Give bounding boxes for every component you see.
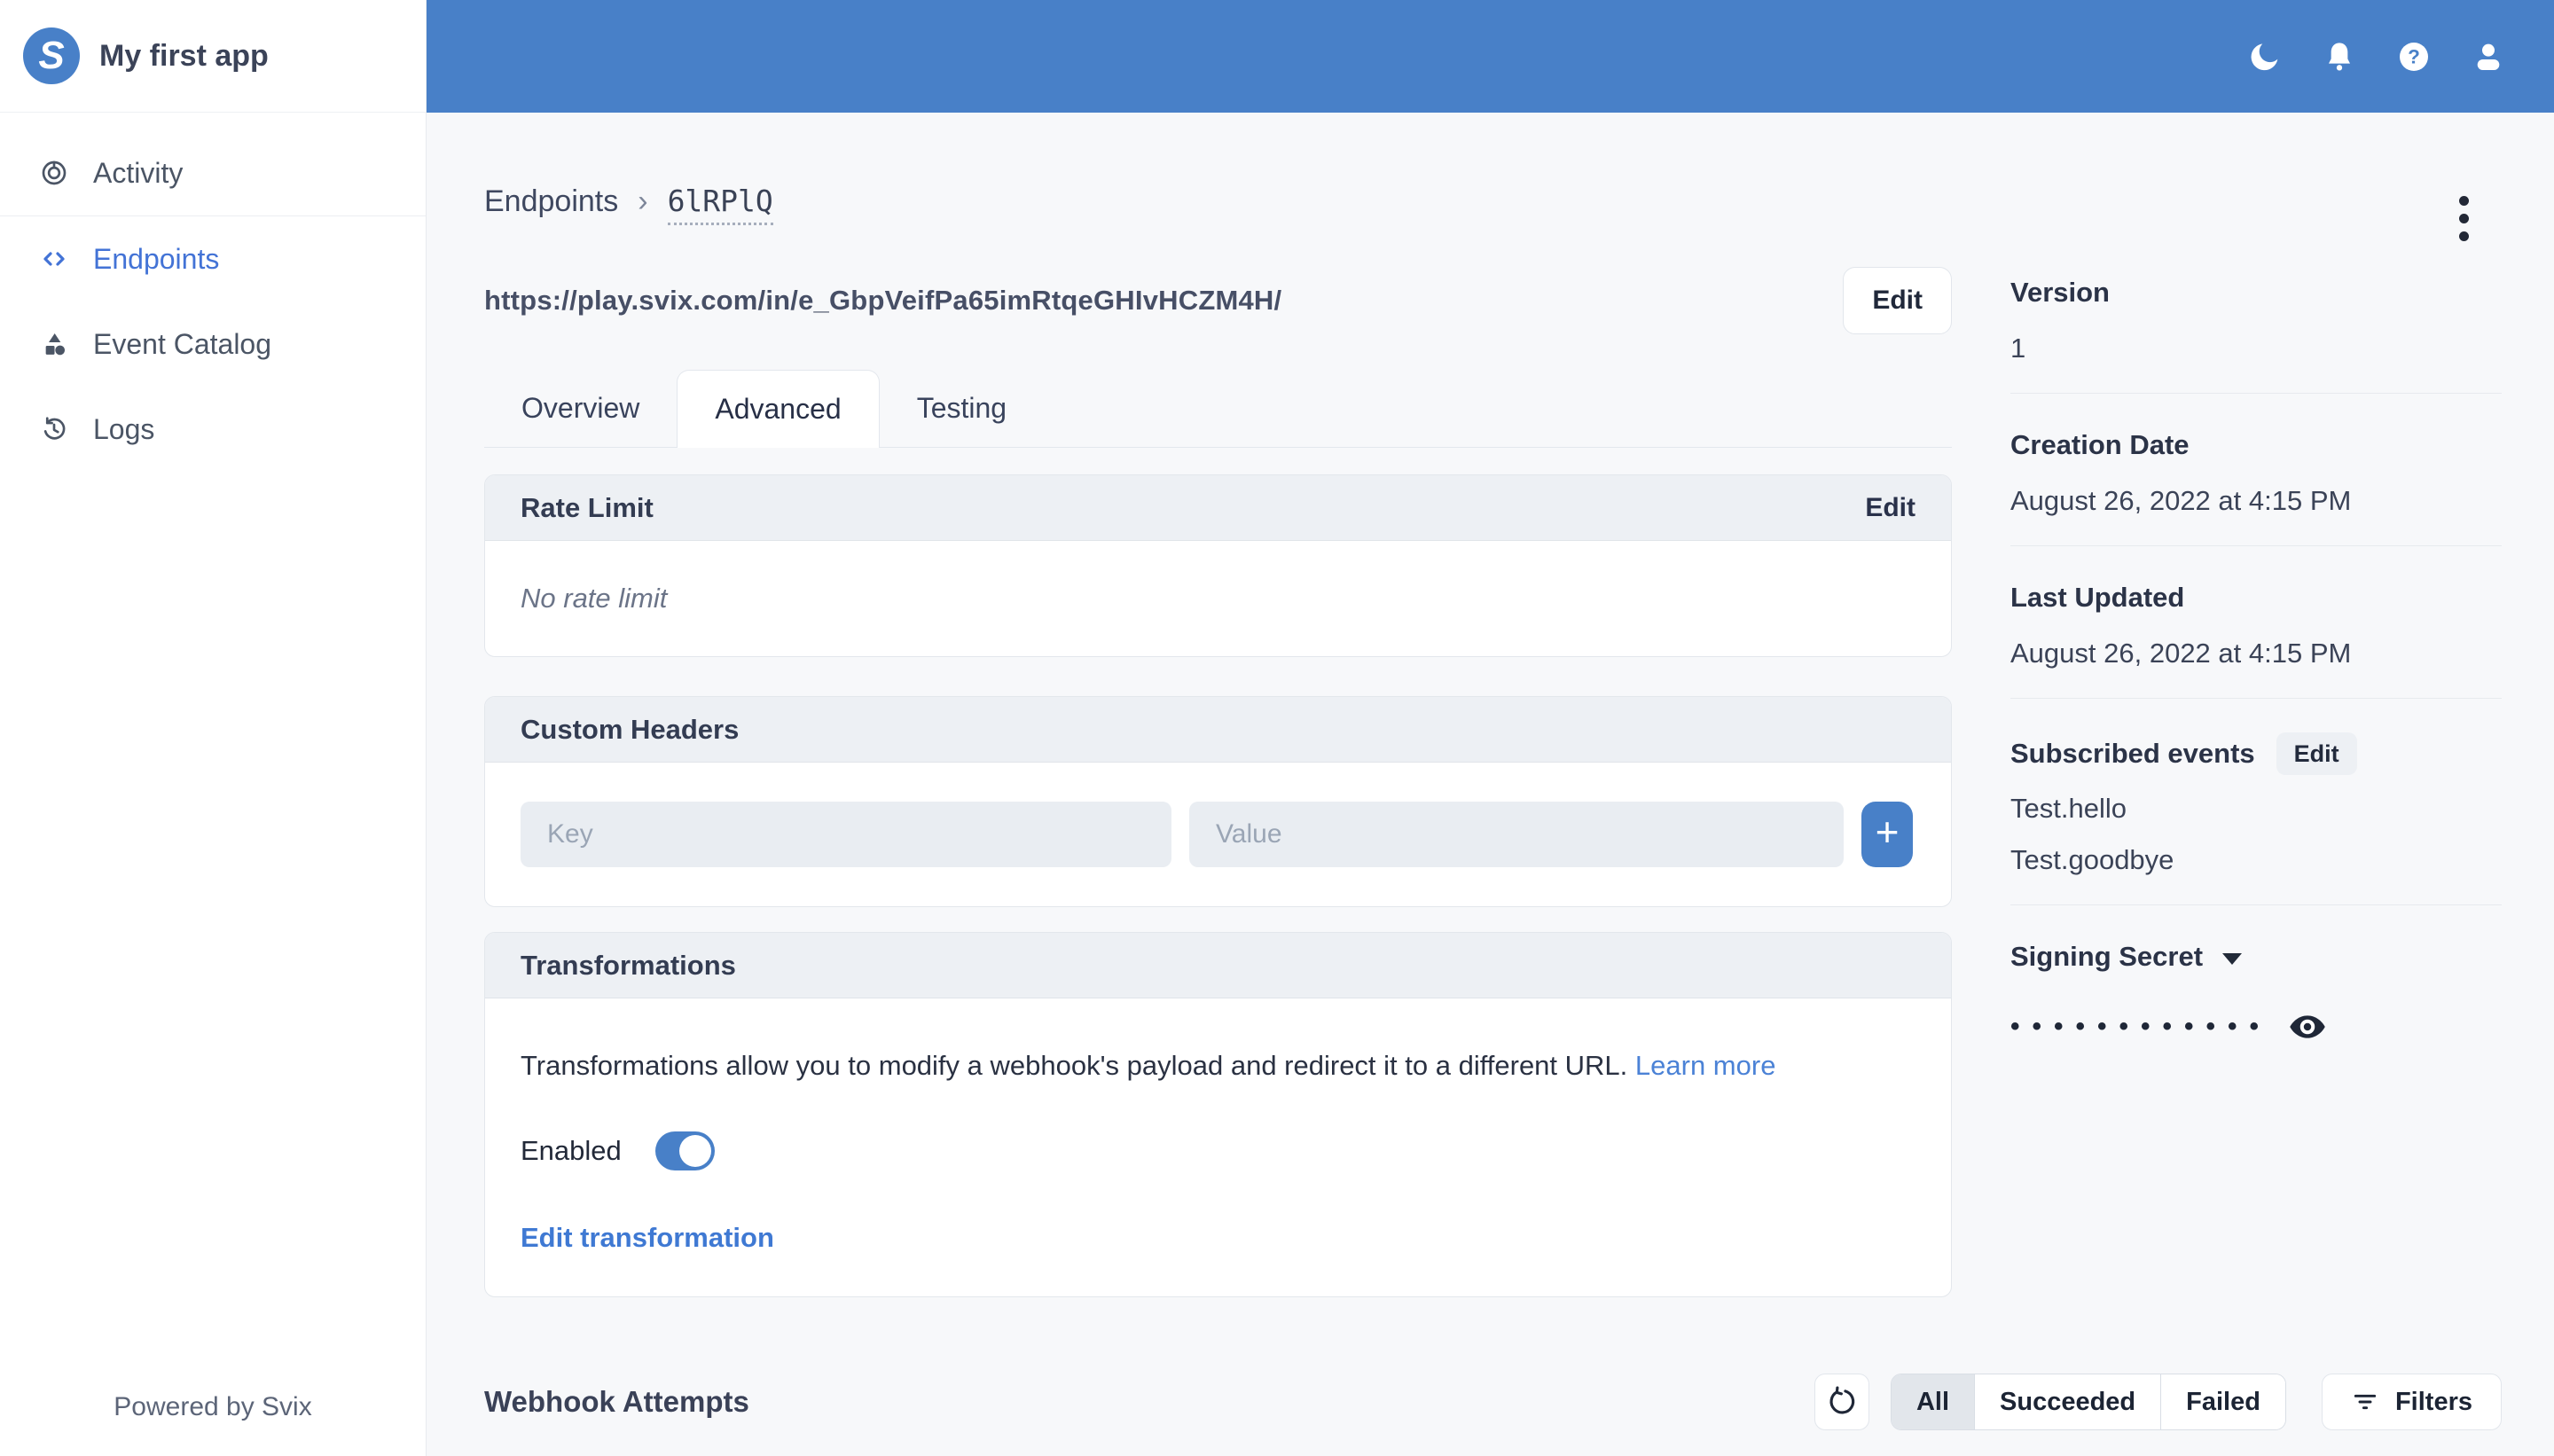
signing-secret-row[interactable]: Signing Secret: [2010, 939, 2502, 975]
sidebar-item-label: Endpoints: [93, 242, 220, 275]
webhook-attempts-title: Webhook Attempts: [484, 1385, 749, 1418]
chevron-right-icon: ›: [638, 184, 648, 218]
last-updated-value: August 26, 2022 at 4:15 PM: [2010, 638, 2352, 669]
custom-headers-card-header: Custom Headers: [485, 697, 1951, 763]
creation-date-value: August 26, 2022 at 4:15 PM: [2010, 485, 2352, 516]
version-label: Version: [2010, 277, 2110, 308]
divider: [2010, 393, 2502, 394]
notifications-bell-icon[interactable]: [2320, 37, 2359, 76]
learn-more-link[interactable]: Learn more: [1635, 1050, 1776, 1081]
toggle-knob: [678, 1135, 711, 1167]
segment-succeeded[interactable]: Succeeded: [1974, 1374, 2161, 1429]
edit-transformation-link[interactable]: Edit transformation: [521, 1222, 1916, 1254]
logo-letter: S: [38, 34, 65, 77]
add-header-button[interactable]: +: [1861, 802, 1913, 867]
subscribed-event: Test.goodbye: [2010, 844, 2174, 875]
rate-limit-empty-text: No rate limit: [521, 583, 668, 614]
breadcrumb: Endpoints › 6lRPlQ: [484, 184, 773, 225]
custom-headers-title: Custom Headers: [521, 713, 740, 745]
help-icon[interactable]: ?: [2394, 37, 2433, 76]
sidebar-item-activity[interactable]: Activity: [0, 130, 426, 215]
header-key-input[interactable]: [521, 802, 1171, 867]
divider: [2010, 545, 2502, 546]
rate-limit-card: Rate Limit Edit No rate limit: [484, 474, 1952, 657]
powered-by-svix: Powered by Svix: [114, 1392, 312, 1421]
last-updated-label: Last Updated: [2010, 582, 2185, 613]
filters-button[interactable]: Filters: [2321, 1374, 2502, 1430]
topbar: ?: [427, 0, 2554, 113]
rate-limit-title: Rate Limit: [521, 491, 654, 523]
attempts-controls: All Succeeded Failed Filters: [1814, 1374, 2502, 1430]
filter-icon: [2354, 1394, 2377, 1410]
header-value-input[interactable]: [1189, 802, 1844, 867]
enabled-row: Enabled: [521, 1131, 1916, 1170]
creation-date-label: Creation Date: [2010, 429, 2190, 460]
endpoint-details-panel: Version 1 Creation Date August 26, 2022 …: [2010, 275, 2502, 1047]
tab-advanced[interactable]: Advanced: [677, 370, 880, 448]
tab-bar: Overview Advanced Testing: [484, 370, 1952, 448]
breadcrumb-endpoints-link[interactable]: Endpoints: [484, 184, 618, 219]
segment-all[interactable]: All: [1891, 1374, 1975, 1429]
dark-mode-moon-icon[interactable]: [2245, 37, 2284, 76]
enabled-label: Enabled: [521, 1135, 622, 1166]
endpoint-url-row: https://play.svix.com/in/e_GbpVeifPa65im…: [484, 266, 1952, 335]
sidebar-item-event-catalog[interactable]: Event Catalog: [0, 301, 426, 387]
sidebar-item-label: Activity: [93, 156, 184, 189]
app-title: My first app: [99, 38, 269, 73]
activity-icon: [40, 159, 68, 187]
page: S My first app Activity Endpoints Event …: [0, 0, 2554, 1456]
custom-headers-card: Custom Headers +: [484, 696, 1952, 907]
attempts-filter-segmented: All Succeeded Failed: [1890, 1374, 2286, 1430]
webhook-attempts-header-row: Webhook Attempts All Succeeded Failed Fi…: [484, 1373, 2502, 1431]
kebab-menu-icon[interactable]: [2452, 189, 2476, 248]
svg-text:?: ?: [2408, 45, 2420, 67]
svix-logo-icon: S: [23, 27, 80, 84]
rate-limit-card-header: Rate Limit Edit: [485, 475, 1951, 541]
sidebar-header: S My first app: [0, 0, 426, 113]
sidebar-item-label: Event Catalog: [93, 327, 272, 360]
divider: [2010, 904, 2502, 905]
signing-secret-value-row: ••••••••••••: [2010, 1006, 2502, 1047]
chevron-down-icon: [2222, 952, 2243, 965]
edit-url-button[interactable]: Edit: [1843, 267, 1952, 334]
subscribed-events-edit-button[interactable]: Edit: [2276, 732, 2357, 775]
refresh-button[interactable]: [1814, 1374, 1869, 1430]
transformations-card: Transformations Transformations allow yo…: [484, 932, 1952, 1297]
transformations-card-header: Transformations: [485, 933, 1951, 998]
sidebar-item-logs[interactable]: Logs: [0, 387, 426, 472]
endpoint-url: https://play.svix.com/in/e_GbpVeifPa65im…: [484, 285, 1282, 316]
subscribed-events-label: Subscribed events: [2010, 738, 2255, 769]
transformations-title: Transformations: [521, 949, 736, 981]
clock-history-icon: [40, 415, 68, 443]
breadcrumb-endpoint-id[interactable]: 6lRPlQ: [667, 184, 773, 225]
sidebar-item-label: Logs: [93, 412, 155, 445]
segment-failed[interactable]: Failed: [2160, 1374, 2285, 1429]
sidebar-nav: Activity Endpoints Event Catalog Logs: [0, 113, 426, 472]
signing-secret-masked: ••••••••••••: [2010, 1012, 2272, 1041]
subscribed-event: Test.hello: [2010, 793, 2127, 824]
sidebar: S My first app Activity Endpoints Event …: [0, 0, 427, 1456]
transformations-description: Transformations allow you to modify a we…: [521, 1050, 1916, 1082]
shapes-icon: [40, 330, 68, 358]
transformations-enabled-toggle[interactable]: [654, 1131, 715, 1170]
filters-label: Filters: [2394, 1387, 2472, 1416]
divider: [2010, 698, 2502, 699]
account-icon[interactable]: [2469, 37, 2508, 76]
rate-limit-edit-button[interactable]: Edit: [1865, 493, 1916, 523]
tab-testing[interactable]: Testing: [880, 370, 1044, 447]
sidebar-item-endpoints[interactable]: Endpoints: [0, 216, 426, 301]
subscribed-events-row: Subscribed events Edit: [2010, 732, 2502, 775]
signing-secret-label: Signing Secret: [2010, 941, 2204, 972]
transformations-description-text: Transformations allow you to modify a we…: [521, 1050, 1628, 1081]
reveal-secret-eye-icon[interactable]: [2287, 1006, 2328, 1047]
content: Endpoints › 6lRPlQ https://play.svix.com…: [427, 113, 2554, 1456]
tab-overview[interactable]: Overview: [484, 370, 677, 447]
cards-column: Rate Limit Edit No rate limit Custom Hea…: [484, 474, 1952, 1297]
main-area: ? Endpoints › 6lRPlQ https://play.svix.c…: [427, 0, 2554, 1456]
version-value: 1: [2010, 333, 2026, 364]
transformations-body: Transformations allow you to modify a we…: [485, 998, 1951, 1296]
code-brackets-icon: [40, 245, 68, 273]
custom-headers-body: +: [485, 763, 1951, 906]
